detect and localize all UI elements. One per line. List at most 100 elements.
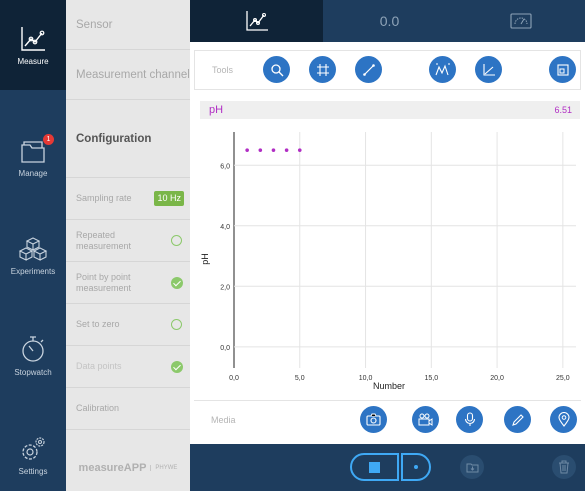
x-tick-label: 15,0 xyxy=(424,375,438,382)
tab-graph[interactable] xyxy=(190,0,323,42)
tools-bar: Tools xyxy=(194,50,581,90)
measurement-channel-item[interactable]: Measurement channel xyxy=(66,50,190,100)
nav-item-measure[interactable]: Measure xyxy=(0,0,66,90)
control-bar xyxy=(190,444,585,491)
x-tick-label: 10,0 xyxy=(359,375,373,382)
point-button[interactable] xyxy=(401,453,431,481)
point-by-point-item[interactable]: Point by point measurement xyxy=(66,262,190,304)
repeated-measurement-label: Repeated measurement xyxy=(76,229,132,251)
measurement-channel-label: Measurement channel xyxy=(76,68,190,81)
configuration-label: Configuration xyxy=(76,132,152,145)
set-to-zero-radio[interactable] xyxy=(171,319,182,330)
location-button[interactable] xyxy=(550,406,577,433)
set-to-zero-label: Set to zero xyxy=(76,319,120,329)
measure-chart-icon xyxy=(21,26,45,51)
camera-button[interactable] xyxy=(360,406,387,433)
sensor-label: Sensor xyxy=(76,18,113,31)
nav-item-manage[interactable]: 1 Manage xyxy=(0,128,66,188)
data-series xyxy=(245,148,302,152)
x-axis-label: Number xyxy=(373,381,405,391)
x-tick-label: 0,0 xyxy=(229,375,239,382)
y-tick-label: 6,0 xyxy=(220,163,230,170)
y-tick-labels: 0,0 2,0 4,0 6,0 xyxy=(220,163,230,352)
tab-gauge[interactable] xyxy=(456,0,585,42)
nav-item-settings[interactable]: Settings xyxy=(0,425,66,485)
media-label: Media xyxy=(211,415,236,425)
sampling-rate-item[interactable]: Sampling rate 10 Hz xyxy=(66,178,190,220)
crosshair-button[interactable] xyxy=(309,56,336,83)
data-points-check[interactable] xyxy=(171,360,183,373)
save-icon xyxy=(466,463,478,473)
pencil-button[interactable] xyxy=(504,406,531,433)
brand-logo: measureAPP PHYWE xyxy=(66,445,190,491)
settings-panel: Sensor Measurement channel Configuration… xyxy=(66,0,190,491)
sampling-rate-value[interactable]: 10 Hz xyxy=(154,191,184,206)
location-pin-icon xyxy=(557,412,570,427)
data-point xyxy=(245,148,249,152)
gauge-icon xyxy=(509,13,532,29)
microphone-icon xyxy=(464,412,475,426)
stop-icon xyxy=(369,461,380,473)
x-tick-label: 20,0 xyxy=(490,375,504,382)
microphone-button[interactable] xyxy=(456,406,483,433)
data-points-label: Data points xyxy=(76,361,122,371)
pencil-icon xyxy=(511,413,524,426)
stop-button[interactable] xyxy=(350,453,399,481)
repeated-measurement-item[interactable]: Repeated measurement xyxy=(66,220,190,262)
stopwatch-icon xyxy=(22,335,44,362)
peaks-button[interactable] xyxy=(429,56,456,83)
slope-button[interactable] xyxy=(475,56,502,83)
point-by-point-check[interactable] xyxy=(171,276,183,289)
tools-label: Tools xyxy=(212,65,234,75)
data-point xyxy=(284,148,289,152)
repeated-measurement-radio[interactable] xyxy=(171,235,182,246)
sampling-rate-label: Sampling rate xyxy=(76,193,132,203)
calibration-label: Calibration xyxy=(76,403,120,413)
nav-item-stopwatch[interactable]: Stopwatch xyxy=(0,325,66,385)
line-tool-button[interactable] xyxy=(355,56,382,83)
media-bar: Media xyxy=(194,400,581,440)
notification-badge: 1 xyxy=(43,134,54,145)
video-button[interactable] xyxy=(412,406,439,433)
chart-grid xyxy=(233,132,576,368)
save-button[interactable] xyxy=(460,455,484,479)
nav-label-measure: Measure xyxy=(17,56,49,66)
nav-label-settings: Settings xyxy=(18,466,48,476)
point-icon xyxy=(414,465,418,469)
brand-name: measureAPP xyxy=(78,462,147,474)
trash-icon xyxy=(559,460,569,474)
data-point xyxy=(258,148,263,152)
current-value: 6.51 xyxy=(554,105,572,115)
brand-sub: PHYWE xyxy=(150,465,177,471)
tab-digital[interactable]: 0.0 xyxy=(323,0,456,42)
x-tick-label: 5,0 xyxy=(295,375,305,382)
nav-item-experiments[interactable]: Experiments xyxy=(0,225,66,285)
data-point xyxy=(297,148,302,152)
graph-icon xyxy=(245,11,268,31)
calibration-item[interactable]: Calibration xyxy=(66,388,190,430)
fit-screen-button[interactable] xyxy=(549,56,576,83)
data-points-item[interactable]: Data points xyxy=(66,346,190,388)
data-point xyxy=(271,148,276,152)
ph-chart[interactable]: 0,0 5,0 10,0 15,0 20,0 25,0 0,0 2,0 4,0 6,0 Numb… xyxy=(196,124,581,396)
nav-label-stopwatch: Stopwatch xyxy=(14,367,52,377)
zoom-button[interactable] xyxy=(263,56,290,83)
line-icon xyxy=(362,63,375,76)
point-by-point-label: Point by point measurement xyxy=(76,271,132,293)
delete-button[interactable] xyxy=(552,455,576,479)
cubes-icon xyxy=(18,236,48,261)
view-tabs: 0.0 xyxy=(190,0,585,42)
peaks-icon xyxy=(434,63,450,75)
crosshair-icon xyxy=(316,63,329,76)
sensor-item[interactable]: Sensor xyxy=(66,0,190,50)
y-tick-label: 0,0 xyxy=(220,345,230,352)
y-axis-label: pH xyxy=(200,253,210,265)
gear-icon xyxy=(22,436,45,460)
fit-screen-icon xyxy=(556,63,569,76)
channel-name: pH xyxy=(209,104,224,116)
folder-icon xyxy=(21,140,45,163)
y-tick-label: 2,0 xyxy=(220,284,230,291)
set-to-zero-item[interactable]: Set to zero xyxy=(66,304,190,346)
configuration-item[interactable]: Configuration xyxy=(66,100,190,178)
value-bar: pH 6.51 xyxy=(200,101,580,119)
